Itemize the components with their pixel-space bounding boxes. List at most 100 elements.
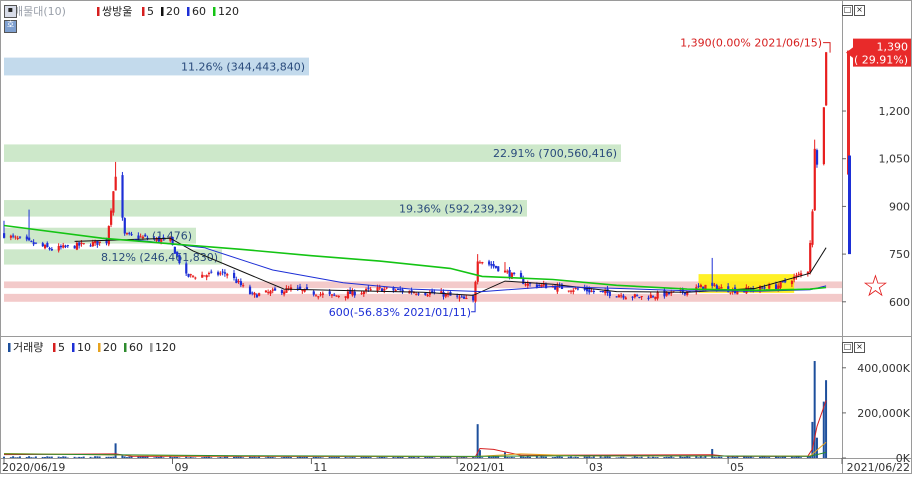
candle-body [112, 191, 115, 213]
volume-bar [137, 456, 140, 458]
volume-bar [426, 456, 429, 458]
volume-bar [105, 456, 108, 458]
candle-body [478, 262, 482, 264]
candle-body [251, 292, 254, 294]
candle-body [239, 281, 243, 286]
candle-body [825, 52, 828, 106]
volume-bar [617, 457, 620, 458]
volume-bar [80, 457, 83, 458]
candle-body [636, 295, 639, 297]
candle-body [189, 274, 192, 276]
volume-bar [114, 443, 117, 458]
candle-body [608, 291, 611, 296]
candle-body [811, 211, 814, 245]
volume-bar [362, 456, 365, 458]
candle-body [219, 273, 222, 275]
candle-body [426, 294, 429, 297]
volume-bar [558, 456, 561, 458]
volume-bar [417, 456, 420, 458]
volume-bar [185, 456, 188, 458]
candle-body [383, 288, 386, 291]
volume-bar [271, 456, 274, 458]
candle-body [713, 284, 716, 286]
close-icon[interactable]: × [854, 342, 865, 353]
candle-body [524, 284, 527, 286]
candle-body [633, 294, 636, 298]
volume-bar [394, 457, 397, 458]
candle-body [82, 243, 85, 245]
candle-body [264, 290, 268, 293]
maximize-icon[interactable]: □ [842, 342, 853, 353]
candle-body [9, 235, 13, 238]
last-price-change: ( 29.91%) [854, 54, 908, 67]
candle-body [283, 291, 286, 295]
volume-bar [679, 456, 682, 458]
star-icon[interactable]: ☆ [862, 272, 889, 302]
candle-body [599, 291, 602, 293]
volume-bar [43, 457, 46, 458]
volume-bar [465, 457, 468, 458]
volume-bar [192, 457, 195, 458]
candle-body [601, 290, 605, 292]
x-tick-label: 09 [175, 461, 189, 474]
close-icon[interactable]: × [854, 5, 865, 16]
volume-bar [3, 456, 5, 458]
candle-body [203, 275, 206, 277]
candle-body [3, 233, 6, 238]
candle-body [590, 290, 593, 292]
candle-body [736, 291, 739, 295]
volume-bar [800, 457, 803, 458]
candle-body [160, 239, 163, 242]
volume-bars [3, 361, 828, 459]
candle-body [535, 284, 539, 288]
candle-body [235, 279, 238, 283]
candle-body [337, 295, 340, 297]
candle-body [317, 296, 320, 298]
candle-body [128, 232, 131, 234]
chart-settings-icon[interactable]: ▪ [4, 5, 17, 18]
candle-body [89, 245, 92, 247]
candle-body [367, 287, 370, 289]
volume-bar [599, 456, 602, 458]
candle-body [273, 288, 277, 291]
candle-body [121, 175, 124, 218]
volume-bar [779, 457, 782, 458]
volume-bar [378, 457, 381, 458]
volume-bar [73, 456, 76, 458]
candle-body [490, 264, 493, 266]
candle-body [185, 263, 188, 274]
candle-body [237, 280, 240, 282]
chart-mode-icon[interactable]: 호 [4, 20, 17, 33]
volume-bar [604, 456, 607, 458]
candle-body [173, 246, 176, 254]
volume-bar [41, 456, 44, 458]
candle-body [130, 234, 133, 236]
candle-body [779, 281, 782, 288]
candle-body [123, 218, 126, 234]
volume-bar [242, 457, 245, 458]
candle-body [50, 249, 54, 251]
candle-body [66, 245, 69, 247]
candle-body [73, 245, 76, 249]
volume-bar [608, 456, 611, 458]
maximize-icon[interactable]: □ [842, 5, 853, 16]
legend-swatch [142, 7, 145, 16]
volume-bar [672, 457, 675, 458]
volume-bar [768, 457, 771, 458]
candle-body [526, 283, 529, 286]
volume-bar [123, 456, 126, 458]
legend-label: 거래량 [13, 341, 43, 354]
volume-bar [75, 457, 78, 458]
candle-body [651, 296, 655, 298]
volume-ma-5 [3, 400, 827, 458]
candle-body [346, 291, 350, 299]
candle-body [638, 296, 641, 298]
volume-bar [781, 456, 784, 458]
volume-bar [665, 456, 668, 458]
volume-bar [636, 456, 639, 458]
volume-bar [560, 456, 563, 458]
candle-body [376, 287, 379, 291]
candle-body [344, 296, 347, 298]
volume-bar [321, 457, 324, 459]
volume-bar [519, 456, 522, 458]
